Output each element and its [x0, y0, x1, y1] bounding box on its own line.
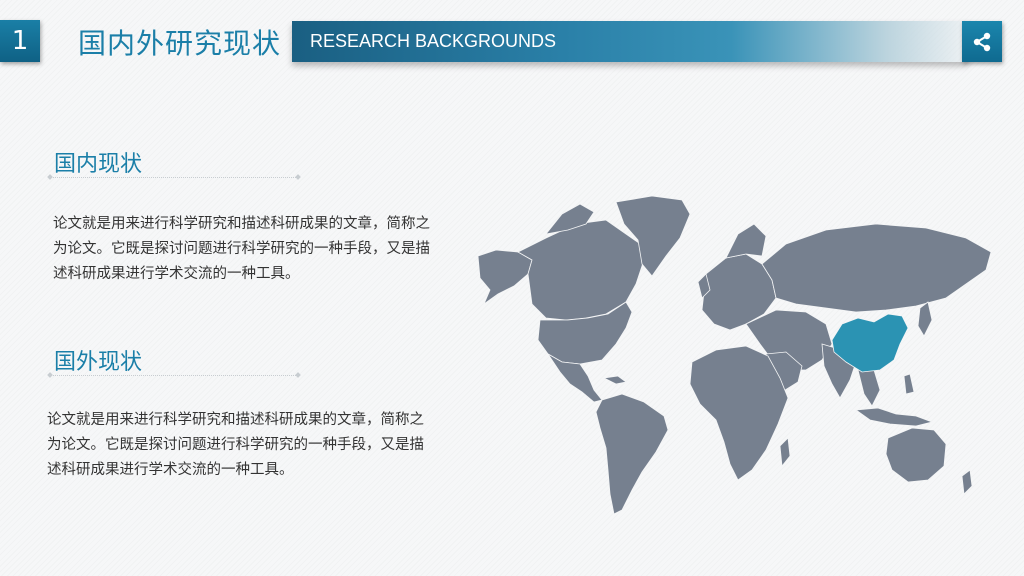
domestic-divider — [50, 177, 298, 178]
map-region-new-zealand — [961, 469, 973, 495]
banner-text: RESEARCH BACKGROUNDS — [310, 31, 557, 51]
domestic-body: 论文就是用来进行科学研究和描述科研成果的文章，简称之为论文。它既是探讨问题进行科… — [53, 216, 430, 282]
map-region-caribbean — [602, 375, 627, 385]
share-icon — [973, 32, 991, 51]
map-region-southeast-asia — [857, 369, 881, 407]
map-region-russia — [761, 223, 992, 313]
page-title: 国内外研究现状 — [78, 27, 282, 60]
map-region-africa — [689, 345, 789, 481]
map-region-philippines — [903, 373, 915, 395]
map-region-indonesia — [854, 407, 934, 427]
map-region-madagascar — [779, 437, 791, 468]
foreign-divider — [50, 375, 298, 376]
map-region-scandinavia — [725, 223, 767, 259]
map-region-south-america — [595, 393, 669, 514]
foreign-body: 论文就是用来进行科学研究和描述科研成果的文章，简称之为论文。它既是探讨问题进行科… — [47, 412, 424, 478]
title-banner: RESEARCH BACKGROUNDS — [292, 21, 968, 62]
map-region-australia — [885, 427, 947, 483]
domestic-title: 国内现状 — [54, 152, 143, 177]
slide-number: 1 — [0, 20, 40, 62]
share-button[interactable] — [962, 21, 1002, 62]
foreign-title: 国外现状 — [54, 350, 143, 375]
map-region-alaska — [477, 249, 533, 306]
map-region-japan — [917, 301, 933, 337]
world-map — [477, 195, 992, 514]
